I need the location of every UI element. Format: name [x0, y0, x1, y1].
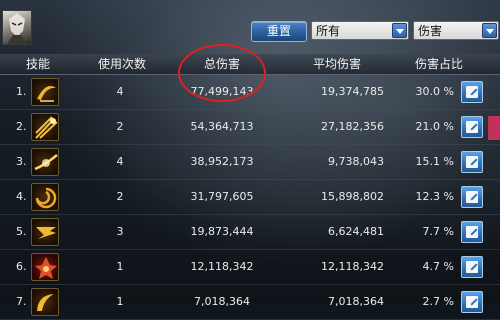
use-count: 3: [116, 225, 124, 238]
total-damage: 38,952,173: [190, 155, 254, 168]
export-icon[interactable]: [461, 256, 483, 278]
metric-select[interactable]: 伤害: [413, 21, 499, 40]
total-damage: 12,118,342: [190, 260, 254, 273]
table-row: 3. 4 38,952,173 9,738,043 15.1 %: [0, 145, 500, 180]
average-damage: 12,118,342: [321, 260, 384, 273]
use-count: 1: [116, 295, 124, 308]
export-icon[interactable]: [461, 81, 483, 103]
flame-crest-icon: [31, 253, 59, 281]
table-row: 1. 4 77,499,143 19,374,785 30.0 %: [0, 75, 500, 110]
table-row: 4. 2 31,797,605 15,898,802 12.3 %: [0, 180, 500, 215]
export-icon[interactable]: [461, 291, 483, 313]
table-row: 5. 3 19,873,444 6,624,481 7.7 %: [0, 215, 500, 250]
use-count: 4: [116, 155, 124, 168]
row-index: 2.: [16, 120, 27, 133]
row-index: 3.: [16, 155, 27, 168]
damage-share: 4.7 %: [422, 260, 454, 273]
damage-share: 21.0 %: [415, 120, 454, 133]
average-damage: 15,898,802: [321, 190, 384, 203]
damage-share: 12.3 %: [415, 190, 454, 203]
total-damage: 19,873,444: [190, 225, 254, 238]
row-index: 7.: [16, 295, 27, 308]
crescent-slash-icon: [31, 78, 59, 106]
character-portrait: [2, 10, 32, 45]
use-count: 2: [116, 190, 124, 203]
filter-select-value: 所有: [316, 24, 341, 38]
side-tab-marker: [488, 116, 500, 140]
header-skill[interactable]: 技能: [22, 54, 54, 74]
use-count: 2: [116, 120, 124, 133]
damage-share: 30.0 %: [415, 85, 454, 98]
average-damage: 7,018,364: [328, 295, 384, 308]
skill-table: 1. 4 77,499,143 19,374,785 30.0 % 2. 2 5…: [0, 75, 500, 320]
damage-share: 7.7 %: [422, 225, 454, 238]
wind-blade-icon: [31, 218, 59, 246]
top-bar: 重置 所有 伤害: [0, 0, 500, 50]
average-damage: 6,624,481: [328, 225, 384, 238]
vortex-icon: [31, 183, 59, 211]
header-total-damage[interactable]: 总伤害: [196, 54, 248, 74]
header-uses[interactable]: 使用次数: [92, 54, 152, 74]
use-count: 1: [116, 260, 124, 273]
table-header: 技能 使用次数 总伤害 平均伤害 伤害占比: [0, 54, 500, 75]
chevron-down-icon[interactable]: [482, 23, 497, 38]
damage-share: 2.7 %: [422, 295, 454, 308]
light-slash-icon: [31, 148, 59, 176]
damage-share: 15.1 %: [415, 155, 454, 168]
row-index: 4.: [16, 190, 27, 203]
metric-select-value: 伤害: [418, 24, 443, 38]
header-damage-share[interactable]: 伤害占比: [407, 54, 471, 74]
use-count: 4: [116, 85, 124, 98]
table-row: 6. 1 12,118,342 12,118,342 4.7 %: [0, 250, 500, 285]
export-icon[interactable]: [461, 151, 483, 173]
total-damage: 54,364,713: [190, 120, 254, 133]
row-index: 1.: [16, 85, 27, 98]
arc-wave-icon: [31, 288, 59, 316]
row-index: 5.: [16, 225, 27, 238]
average-damage: 27,182,356: [321, 120, 384, 133]
reset-button[interactable]: 重置: [251, 21, 307, 42]
export-icon[interactable]: [461, 186, 483, 208]
average-damage: 9,738,043: [328, 155, 384, 168]
table-row: 2. 2 54,364,713 27,182,356 21.0 %: [0, 110, 500, 145]
export-icon[interactable]: [461, 116, 483, 138]
filter-select[interactable]: 所有: [311, 21, 409, 40]
total-damage: 7,018,364: [194, 295, 250, 308]
export-icon[interactable]: [461, 221, 483, 243]
average-damage: 19,374,785: [321, 85, 384, 98]
row-index: 6.: [16, 260, 27, 273]
total-damage: 31,797,605: [190, 190, 254, 203]
chevron-down-icon[interactable]: [392, 23, 407, 38]
sword-burst-icon: [31, 113, 59, 141]
header-average-damage[interactable]: 平均伤害: [305, 54, 369, 74]
total-damage: 77,499,143: [190, 85, 254, 98]
